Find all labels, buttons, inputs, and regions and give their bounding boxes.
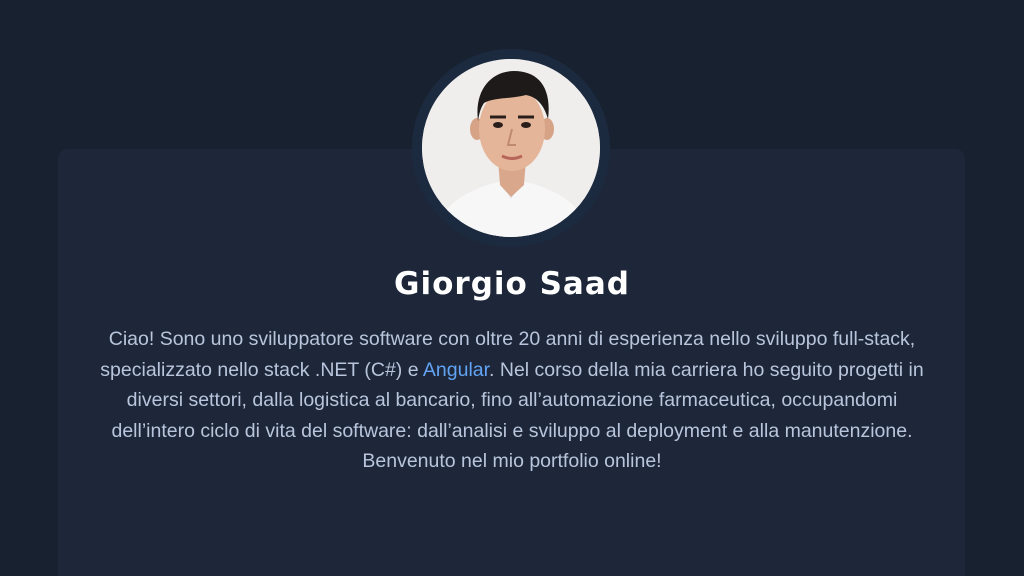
avatar-ring bbox=[412, 49, 610, 247]
profile-name: Giorgio Saad bbox=[394, 266, 630, 302]
profile-bio: Ciao! Sono uno sviluppatore software con… bbox=[90, 324, 934, 477]
profile-photo-icon bbox=[422, 59, 600, 237]
angular-link[interactable]: Angular bbox=[423, 359, 489, 381]
avatar bbox=[422, 59, 600, 237]
portfolio-page: Giorgio Saad Ciao! Sono uno sviluppatore… bbox=[0, 0, 1024, 576]
